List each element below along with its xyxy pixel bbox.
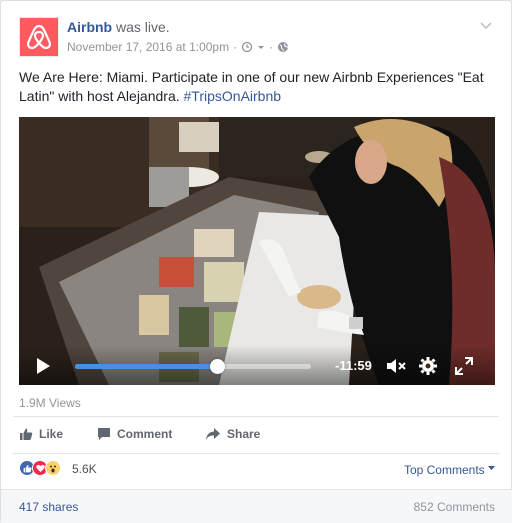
globe-icon xyxy=(277,41,289,53)
live-clock-icon xyxy=(241,41,253,53)
airbnb-logo-icon xyxy=(26,24,52,50)
post-timestamp[interactable]: November 17, 2016 at 1:00pm xyxy=(67,40,229,54)
play-icon[interactable] xyxy=(35,357,51,375)
reactions-row: 5.6K Top Comments xyxy=(1,454,512,484)
reaction-icons[interactable] xyxy=(19,460,61,478)
shares-count[interactable]: 417 shares xyxy=(19,500,78,514)
mute-icon[interactable] xyxy=(386,356,406,376)
post-meta: November 17, 2016 at 1:00pm · · xyxy=(67,40,289,54)
audience-menu-icon[interactable] xyxy=(257,43,265,51)
progress-bar-fill xyxy=(75,364,217,369)
time-remaining: -11:59 xyxy=(335,358,372,373)
video-controls: -11:59 xyxy=(19,345,495,385)
reaction-count[interactable]: 5.6K xyxy=(72,462,97,476)
comment-icon xyxy=(98,428,110,440)
like-label: Like xyxy=(39,427,64,441)
hashtag-link[interactable]: #TripsOnAirbnb xyxy=(184,88,282,104)
comments-count[interactable]: 852 Comments xyxy=(414,500,495,514)
wow-reaction-icon xyxy=(45,460,61,476)
comment-label: Comment xyxy=(117,427,173,441)
fullscreen-icon[interactable] xyxy=(454,356,474,376)
divider-top xyxy=(13,416,499,417)
video-player[interactable]: -11:59 xyxy=(19,117,495,385)
page-avatar[interactable] xyxy=(19,17,59,57)
top-comments-label: Top Comments xyxy=(403,463,485,477)
post-header: Airbnb was live. November 17, 2016 at 1:… xyxy=(19,17,493,59)
post-card: Airbnb was live. November 17, 2016 at 1:… xyxy=(0,0,512,523)
comment-button[interactable]: Comment xyxy=(97,427,172,441)
action-bar: Like Comment Share xyxy=(19,427,495,445)
settings-icon[interactable] xyxy=(418,356,438,376)
post-footer: 417 shares 852 Comments xyxy=(1,489,512,523)
share-arrow-icon xyxy=(206,428,220,440)
post-options-chevron-icon[interactable] xyxy=(479,19,493,33)
live-status-text: was live. xyxy=(116,19,170,35)
share-button[interactable]: Share xyxy=(205,427,260,441)
share-label: Share xyxy=(227,427,261,441)
divider-footer xyxy=(1,489,512,490)
thumbs-up-icon xyxy=(20,428,33,440)
post-text: We Are Here: Miami. Participate in one o… xyxy=(19,68,495,106)
top-comments-dropdown[interactable]: Top Comments xyxy=(404,463,495,477)
view-count: 1.9M Views xyxy=(19,396,81,410)
meta-separator-2: · xyxy=(269,40,274,54)
post-headline: Airbnb was live. xyxy=(67,19,170,35)
caret-down-icon xyxy=(488,466,495,470)
like-button[interactable]: Like xyxy=(19,427,63,441)
page-name-link[interactable]: Airbnb xyxy=(67,19,112,35)
meta-separator: · xyxy=(233,40,238,54)
progress-bar[interactable] xyxy=(75,359,311,374)
progress-scrubber-handle[interactable] xyxy=(209,359,225,374)
